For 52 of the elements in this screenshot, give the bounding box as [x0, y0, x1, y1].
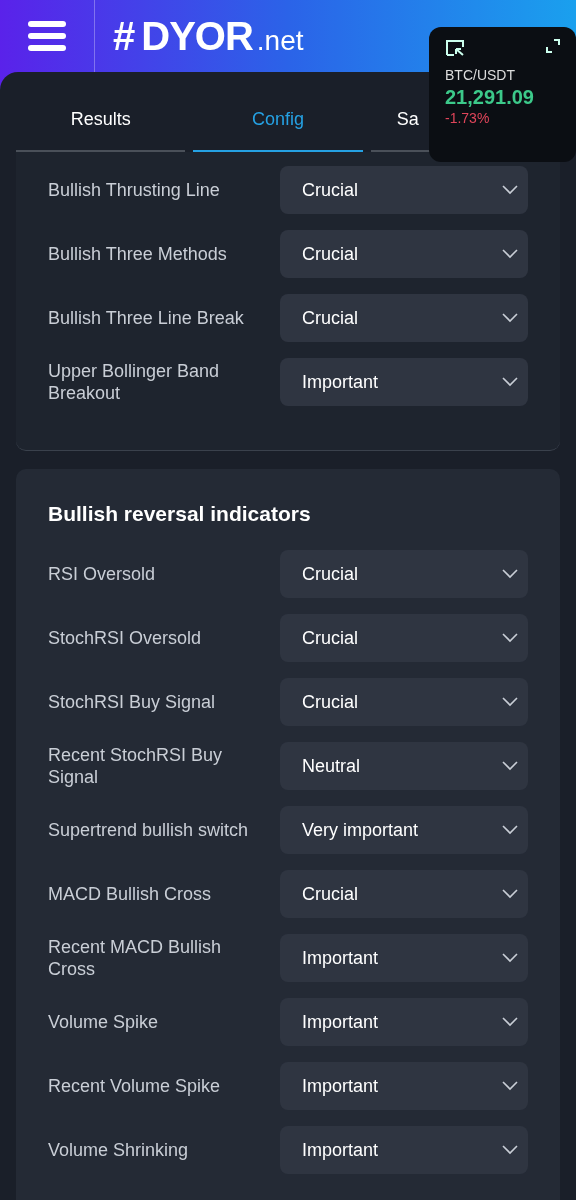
chevron-icon — [502, 185, 518, 195]
select-field[interactable]: Crucial — [280, 166, 528, 214]
select-field[interactable]: Neutral — [280, 742, 528, 791]
expand-icon[interactable] — [546, 39, 560, 53]
setting-label: Bullish Thrusting Line — [48, 179, 221, 201]
chevron-icon — [502, 313, 518, 323]
select-field[interactable]: Crucial — [280, 870, 528, 919]
select-field[interactable]: Crucial — [280, 678, 528, 727]
setting-label: Recent MACD Bullish Cross — [48, 936, 223, 981]
setting-label: RSI Oversold — [48, 563, 157, 586]
select-field[interactable]: Crucial — [280, 550, 528, 599]
chevron-icon — [502, 825, 518, 836]
setting-label: StochRSI Oversold — [48, 627, 203, 650]
setting-label: Bullish Three Line Break — [48, 307, 245, 329]
setting-label: Upper Bollinger Band Breakout — [48, 360, 221, 404]
select-field[interactable]: Important — [280, 358, 528, 406]
logo-name: DYOR — [141, 13, 253, 60]
select-field[interactable]: Important — [280, 998, 528, 1047]
logo-hash: # — [113, 13, 136, 60]
pair-label: BTC/USDT — [445, 66, 516, 85]
setting-label: StochRSI Buy Signal — [48, 691, 217, 714]
chevron-icon — [502, 1145, 518, 1156]
chevron-icon — [502, 569, 518, 580]
menu-icon[interactable] — [28, 20, 66, 52]
select-field[interactable]: Crucial — [280, 614, 528, 663]
select-field[interactable]: Important — [280, 1126, 528, 1175]
chevron-icon — [502, 761, 518, 772]
setting-label: Recent StochRSI Buy Signal — [48, 744, 224, 789]
chevron-icon — [502, 249, 518, 259]
setting-label: Supertrend bullish switch — [48, 819, 250, 842]
setting-label: MACD Bullish Cross — [48, 883, 213, 906]
chevron-icon — [502, 1081, 518, 1092]
chevron-icon — [502, 889, 518, 900]
select-field[interactable]: Crucial — [280, 294, 528, 342]
setting-label: Volume Shrinking — [48, 1139, 190, 1162]
setting-label: Volume Spike — [48, 1011, 160, 1034]
chevron-icon — [502, 1017, 518, 1028]
select-field[interactable]: Important — [280, 1062, 528, 1111]
setting-label: Recent Volume Spike — [48, 1075, 222, 1098]
chevron-icon — [502, 953, 518, 964]
price-change: -1.73% — [445, 109, 491, 128]
select-field[interactable]: Very important — [280, 806, 528, 855]
select-field[interactable]: Important — [280, 934, 528, 983]
price-value: 21,291.09 — [445, 86, 535, 108]
setting-label: Bullish Three Methods — [48, 243, 228, 265]
chevron-icon — [502, 697, 518, 708]
logo-suffix: .net — [256, 24, 304, 58]
picture-in-picture-icon[interactable] — [445, 39, 465, 57]
select-field[interactable]: Crucial — [280, 230, 528, 278]
chevron-icon — [502, 633, 518, 644]
section-title: Bullish reversal indicators — [48, 501, 312, 527]
chevron-icon — [502, 377, 518, 387]
